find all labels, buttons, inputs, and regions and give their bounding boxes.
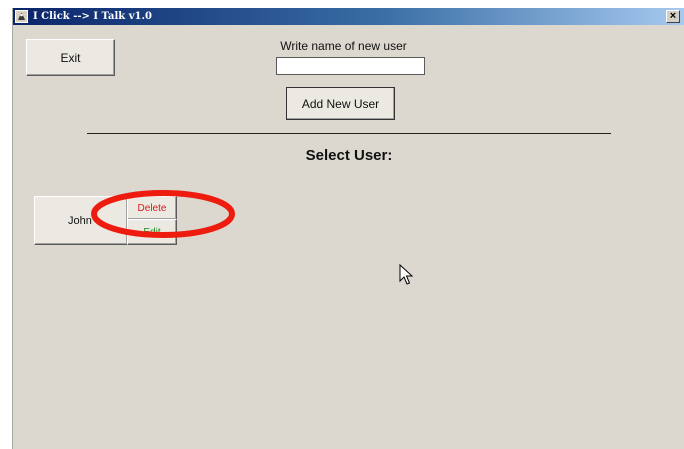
mouse-cursor-icon <box>399 264 413 285</box>
exit-button[interactable]: Exit <box>26 39 115 76</box>
app-window: I Click --> I Talk v1.0 × Exit Write nam… <box>12 8 684 449</box>
edit-user-button[interactable]: Edit <box>127 219 177 245</box>
select-user-heading: Select User: <box>305 147 393 164</box>
app-icon <box>15 10 28 23</box>
user-button-john[interactable]: John <box>34 196 128 245</box>
delete-user-button[interactable]: Delete <box>127 196 177 220</box>
new-user-name-input[interactable] <box>276 57 425 75</box>
title-bar: I Click --> I Talk v1.0 × <box>13 8 684 25</box>
close-icon: × <box>669 10 677 22</box>
new-user-label: Write name of new user <box>280 39 407 53</box>
window-title: I Click --> I Talk v1.0 <box>33 11 152 22</box>
divider <box>87 133 611 134</box>
add-new-user-button[interactable]: Add New User <box>286 87 395 120</box>
close-button[interactable]: × <box>666 10 680 23</box>
